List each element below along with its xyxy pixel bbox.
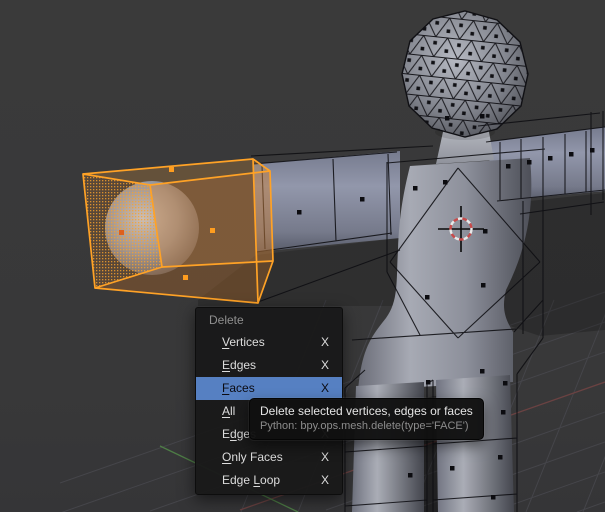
menu-item-only-faces[interactable]: Only Faces X — [196, 446, 342, 469]
tooltip-python-hint: Python: bpy.ops.mesh.delete(type='FACE') — [260, 419, 473, 434]
menu-item-shortcut: X — [321, 331, 329, 354]
menu-item-faces[interactable]: Faces X — [196, 377, 342, 400]
menu-item-shortcut: X — [321, 354, 329, 377]
menu-item-label: Edges — [222, 354, 256, 377]
menu-item-label: Faces — [222, 377, 255, 400]
menu-item-label: Only Faces — [222, 446, 283, 469]
menu-item-edges[interactable]: Edges X — [196, 354, 342, 377]
blender-viewport-window: Delete VerticesXEdgesXFacesXAllXEdgesXOn… — [0, 0, 605, 512]
left-arm[interactable] — [253, 151, 400, 252]
menu-item-label: All — [222, 400, 235, 423]
menu-item-label: Vertices — [222, 331, 265, 354]
menu-item-edge-loop[interactable]: Edge Loop X — [196, 469, 342, 492]
menu-item-shortcut: X — [321, 377, 329, 400]
menu-item-label: Edge Loop — [222, 469, 280, 492]
menu-item-shortcut: X — [321, 446, 329, 469]
delete-menu-title: Delete — [196, 308, 342, 331]
menu-item-vertices[interactable]: Vertices X — [196, 331, 342, 354]
selected-face-box[interactable] — [83, 159, 273, 303]
operator-tooltip: Delete selected vertices, edges or faces… — [249, 398, 484, 440]
menu-item-shortcut: X — [321, 469, 329, 492]
tooltip-description: Delete selected vertices, edges or faces — [260, 403, 473, 419]
